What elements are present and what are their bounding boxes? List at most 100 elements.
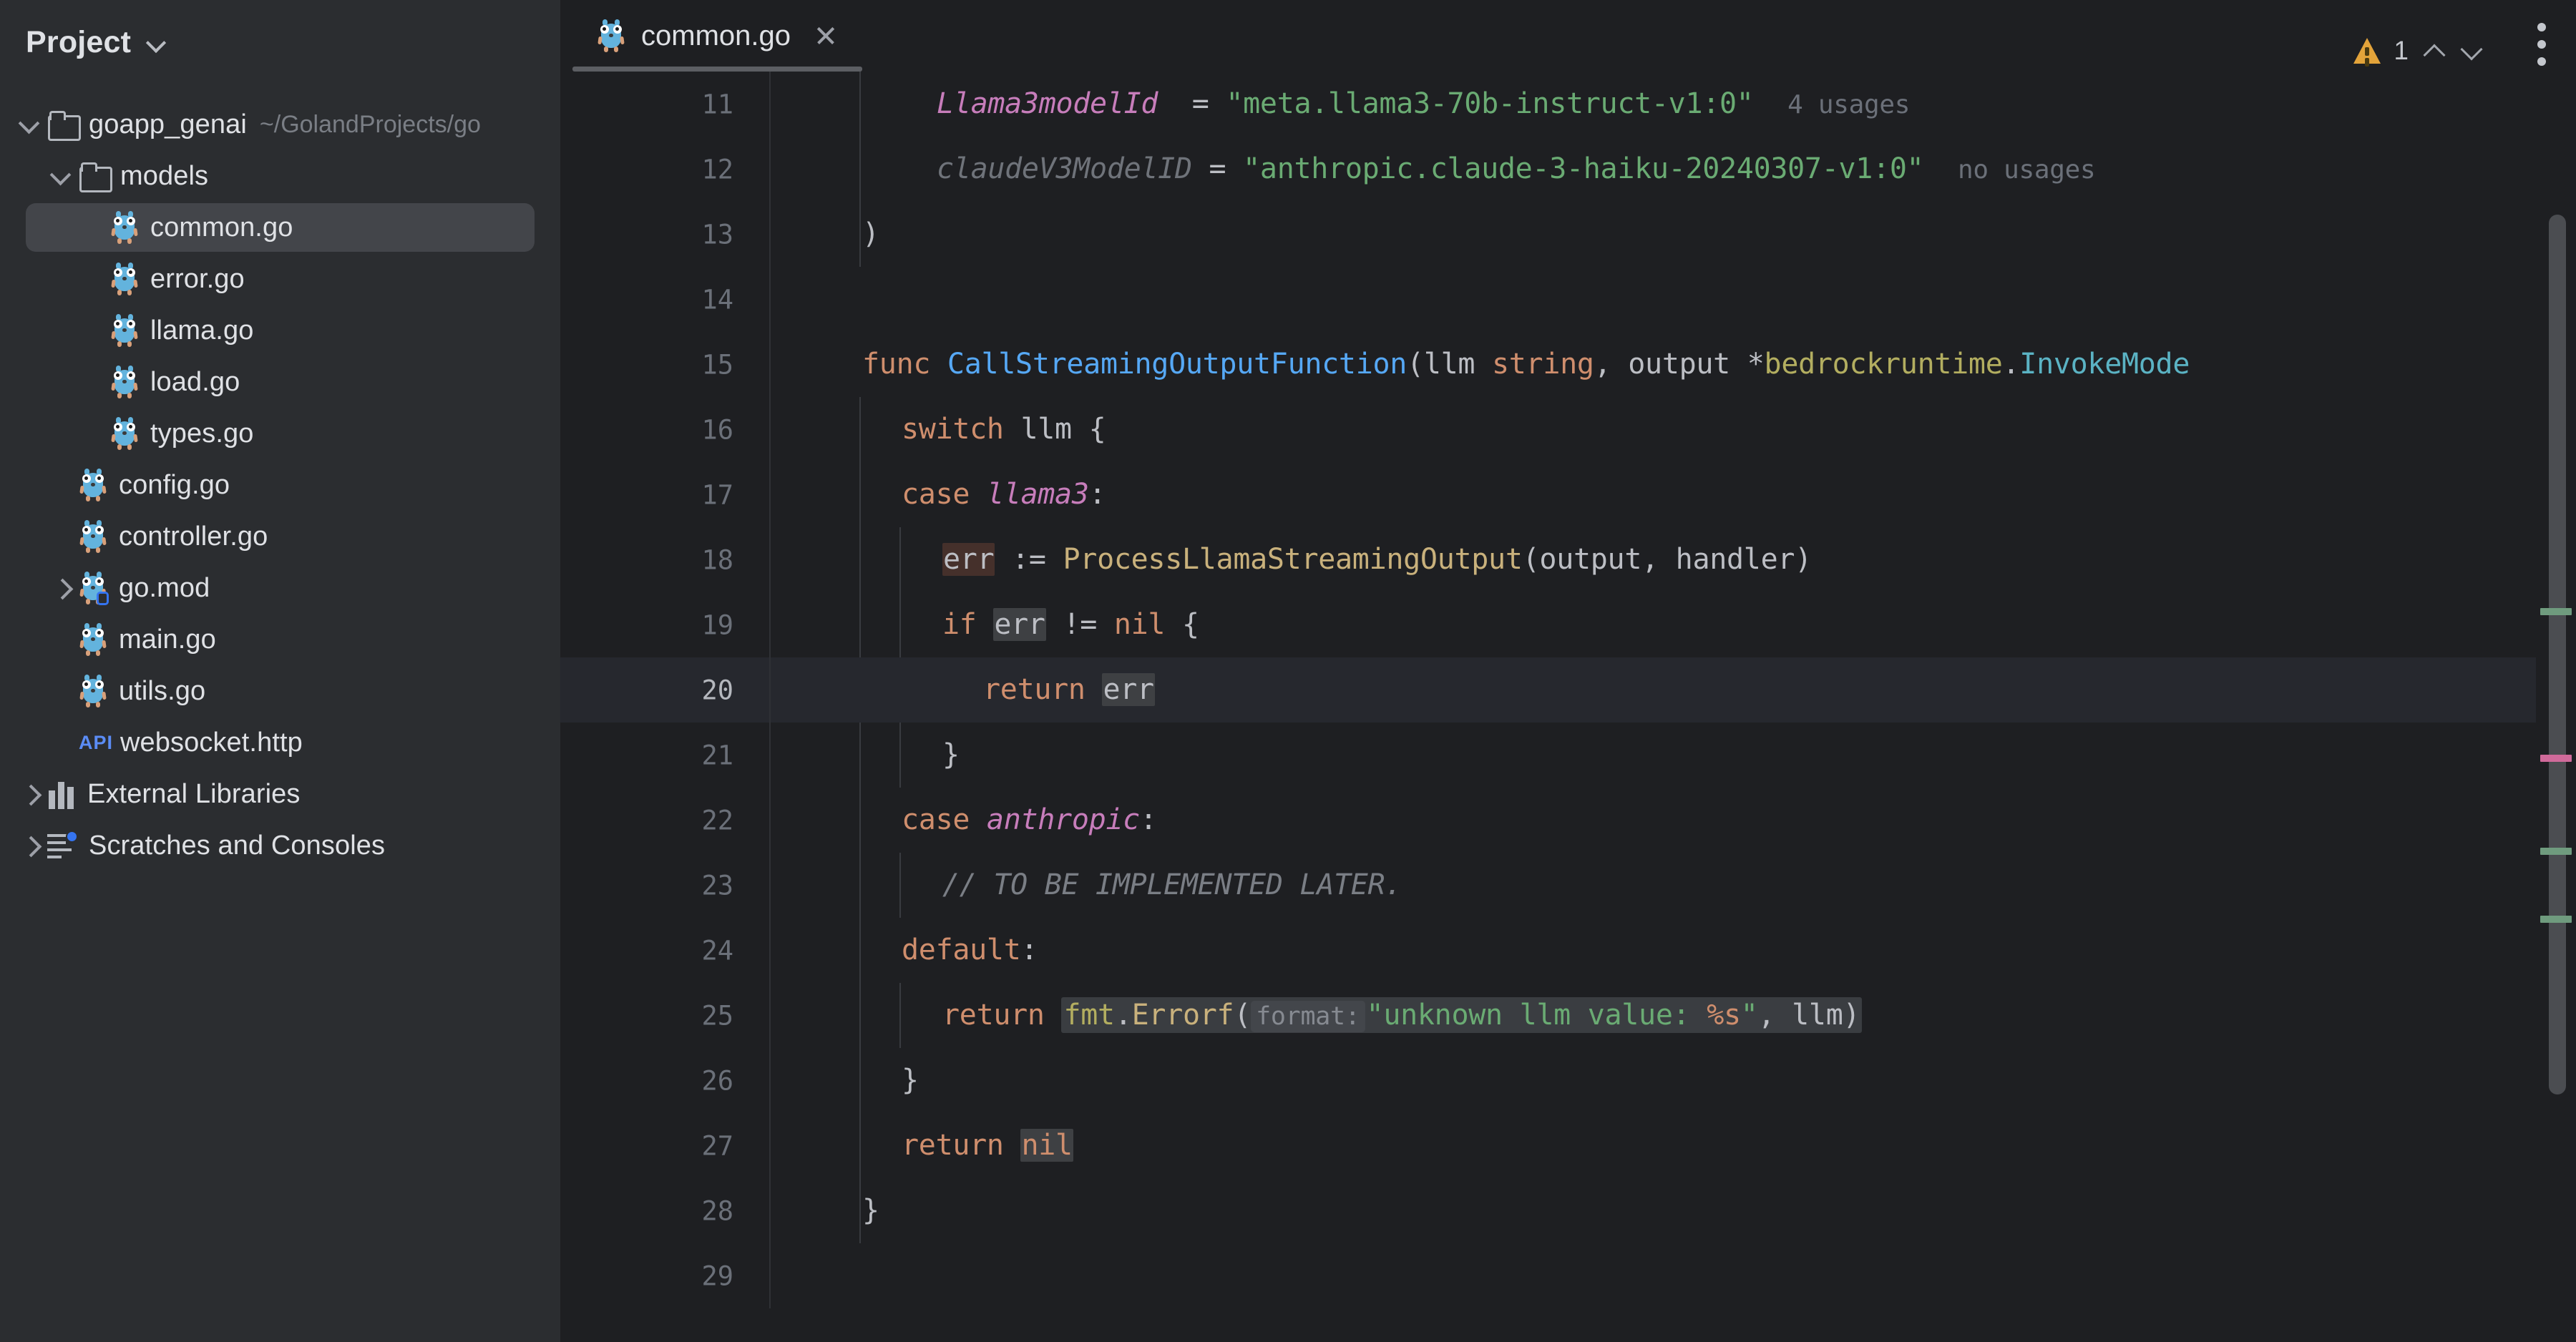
- vertical-scrollbar-thumb[interactable]: [2549, 215, 2566, 1094]
- tree-item-goapp-genai[interactable]: goapp_genai ~/GolandProjects/go: [0, 99, 560, 150]
- tree-item-utils-go[interactable]: utils.go: [0, 665, 560, 717]
- code-line-text[interactable]: claudeV3ModelID = "anthropic.claude-3-ha…: [771, 137, 2576, 202]
- tree-item-websocket-http[interactable]: API websocket.http: [0, 717, 560, 768]
- code-line[interactable]: 19 if err != nil {: [560, 592, 2576, 657]
- chevron-right-icon[interactable]: [42, 562, 79, 614]
- tree-item-scratches-and-consoles[interactable]: Scratches and Consoles: [0, 820, 560, 871]
- code-line-text[interactable]: case llama3:: [771, 462, 2576, 527]
- line-number: 15: [701, 349, 733, 380]
- code-line[interactable]: 23 // TO BE IMPLEMENTED LATER.: [560, 853, 2576, 918]
- line-gutter[interactable]: 26: [560, 1048, 771, 1113]
- code-line-text[interactable]: return err: [771, 657, 2576, 723]
- code-line[interactable]: 16 switch llm {: [560, 397, 2576, 462]
- project-tool-window: Project goapp_genai ~/GolandProjects/go …: [0, 0, 560, 1342]
- code-line[interactable]: 27 return nil: [560, 1113, 2576, 1178]
- code-line[interactable]: 22 case anthropic:: [560, 788, 2576, 853]
- chevron-down-icon[interactable]: [42, 150, 79, 202]
- line-gutter[interactable]: 23: [560, 853, 771, 918]
- line-gutter[interactable]: 20: [560, 657, 771, 723]
- warning-triangle-icon[interactable]: [2353, 38, 2381, 64]
- line-gutter[interactable]: 19: [560, 592, 771, 657]
- chevron-up-icon[interactable]: [2421, 39, 2446, 63]
- line-gutter[interactable]: 22: [560, 788, 771, 853]
- line-gutter[interactable]: 11: [560, 72, 771, 137]
- code-line-text[interactable]: Llama3modelId = "meta.llama3-70b-instruc…: [771, 72, 2576, 137]
- editor-error-stripe[interactable]: [2536, 72, 2576, 1342]
- line-gutter[interactable]: 21: [560, 723, 771, 788]
- line-gutter[interactable]: 14: [560, 267, 771, 332]
- code-line[interactable]: 28 }: [560, 1178, 2576, 1243]
- code-line-text[interactable]: default:: [771, 918, 2576, 983]
- code-line-text[interactable]: func CallStreamingOutputFunction(llm str…: [771, 332, 2576, 397]
- code-editor[interactable]: 11 Llama3modelId = "meta.llama3-70b-inst…: [560, 72, 2576, 1342]
- line-gutter[interactable]: 17: [560, 462, 771, 527]
- code-line[interactable]: 25 return fmt.Errorf(format: "unknown llm…: [560, 983, 2576, 1048]
- project-panel-header[interactable]: Project: [0, 0, 560, 84]
- close-icon[interactable]: [814, 24, 838, 48]
- code-line[interactable]: 29: [560, 1243, 2576, 1308]
- line-gutter[interactable]: 28: [560, 1178, 771, 1243]
- code-line-text[interactable]: }: [771, 723, 2576, 788]
- chevron-right-icon[interactable]: [10, 820, 47, 871]
- chevron-right-icon[interactable]: [10, 768, 47, 820]
- code-line-text[interactable]: return nil: [771, 1113, 2576, 1178]
- stripe-marker-usage[interactable]: [2540, 848, 2572, 855]
- tree-item-config-go[interactable]: config.go: [0, 459, 560, 511]
- stripe-marker-usage[interactable]: [2540, 608, 2572, 615]
- line-gutter[interactable]: 24: [560, 918, 771, 983]
- code-line-current[interactable]: 20 return err: [560, 657, 2576, 723]
- chevron-down-icon[interactable]: [10, 99, 47, 150]
- code-line[interactable]: 15 func CallStreamingOutputFunction(llm …: [560, 332, 2576, 397]
- code-line[interactable]: 24 default:: [560, 918, 2576, 983]
- chevron-down-icon[interactable]: [2459, 39, 2483, 63]
- tree-item-main-go[interactable]: main.go: [0, 614, 560, 665]
- stripe-marker-usage[interactable]: [2540, 916, 2572, 923]
- code-line-text[interactable]: // TO BE IMPLEMENTED LATER.: [771, 853, 2576, 918]
- tree-item-error-go[interactable]: error.go: [0, 253, 560, 305]
- gopher-icon: [110, 211, 139, 244]
- tree-item-llama-go[interactable]: llama.go: [0, 305, 560, 356]
- line-gutter[interactable]: 18: [560, 527, 771, 592]
- line-gutter[interactable]: 15: [560, 332, 771, 397]
- project-file-tree[interactable]: goapp_genai ~/GolandProjects/go models c…: [0, 84, 560, 871]
- tree-item-common-go[interactable]: common.go: [0, 202, 560, 253]
- code-line-text[interactable]: ): [771, 202, 2576, 267]
- code-line-text[interactable]: if err != nil {: [771, 592, 2576, 657]
- code-line[interactable]: 21 }: [560, 723, 2576, 788]
- code-line-text[interactable]: }: [771, 1178, 2576, 1243]
- inspection-status-widget[interactable]: 1: [2353, 36, 2483, 66]
- code-line[interactable]: 11 Llama3modelId = "meta.llama3-70b-inst…: [560, 72, 2576, 137]
- tree-item-go-mod[interactable]: go.mod: [0, 562, 560, 614]
- code-line-text[interactable]: [771, 267, 2576, 332]
- code-line[interactable]: 13 ): [560, 202, 2576, 267]
- tree-item-load-go[interactable]: load.go: [0, 356, 560, 408]
- code-line[interactable]: 18 err := ProcessLlamaStreamingOutput(ou…: [560, 527, 2576, 592]
- code-line-text[interactable]: [771, 1243, 2576, 1308]
- code-line[interactable]: 14: [560, 267, 2576, 332]
- code-lines[interactable]: 11 Llama3modelId = "meta.llama3-70b-inst…: [560, 72, 2576, 1308]
- line-gutter[interactable]: 12: [560, 137, 771, 202]
- tree-item-controller-go[interactable]: controller.go: [0, 511, 560, 562]
- code-line-text[interactable]: return fmt.Errorf(format: "unknown llm va…: [771, 983, 2576, 1048]
- line-gutter[interactable]: 16: [560, 397, 771, 462]
- line-gutter[interactable]: 29: [560, 1243, 771, 1308]
- line-gutter[interactable]: 25: [560, 983, 771, 1048]
- line-number: 14: [701, 284, 733, 315]
- tree-item-label: utils.go: [119, 675, 206, 706]
- code-line-text[interactable]: case anthropic:: [771, 788, 2576, 853]
- code-line-text[interactable]: switch llm {: [771, 397, 2576, 462]
- tree-item-external-libraries[interactable]: External Libraries: [0, 768, 560, 820]
- more-options-icon[interactable]: [2537, 23, 2546, 66]
- code-line-text[interactable]: err := ProcessLlamaStreamingOutput(outpu…: [771, 527, 2576, 592]
- chevron-down-icon[interactable]: [147, 33, 165, 52]
- code-line[interactable]: 17 case llama3:: [560, 462, 2576, 527]
- tree-item-models[interactable]: models: [0, 150, 560, 202]
- tree-item-types-go[interactable]: types.go: [0, 408, 560, 459]
- code-line-text[interactable]: }: [771, 1048, 2576, 1113]
- code-line[interactable]: 26 }: [560, 1048, 2576, 1113]
- stripe-marker-caret[interactable]: [2540, 755, 2572, 762]
- editor-tab-common-go[interactable]: common.go: [572, 0, 862, 72]
- code-line[interactable]: 12 claudeV3ModelID = "anthropic.claude-3…: [560, 137, 2576, 202]
- line-gutter[interactable]: 13: [560, 202, 771, 267]
- line-gutter[interactable]: 27: [560, 1113, 771, 1178]
